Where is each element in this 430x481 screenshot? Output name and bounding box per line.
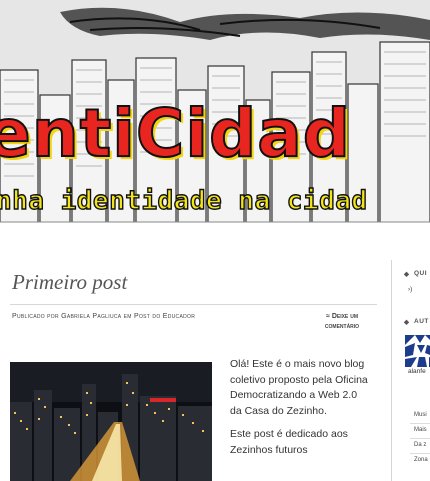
leave-comment-link[interactable]: ≈ Deixe um comentário: [312, 312, 372, 332]
blog-header-banner[interactable]: entiCidad nha identidade na cidad: [0, 0, 430, 236]
sidebar-link-4[interactable]: Zona: [414, 457, 428, 463]
sidebar-link-divider: [410, 453, 430, 454]
author-avatar[interactable]: [405, 335, 430, 367]
city-night-photo: [10, 362, 212, 481]
sidebar-author-name[interactable]: alanfe: [408, 368, 426, 375]
comment-label-line1: Deixe um: [331, 313, 358, 320]
banner-title: entiCidad: [0, 94, 352, 173]
sidebar-link-divider: [410, 423, 430, 424]
sidebar-section-title-1: QUI: [414, 270, 428, 277]
post-paragraph-2: Este post é dedicado aos Zezinhos futuro…: [230, 428, 348, 456]
sidebar: ◆ QUI ›) ◆ AUT alanfe Musi Mais Da z Zon…: [391, 260, 430, 481]
meta-published-label: Publicado por: [12, 313, 59, 320]
category-link[interactable]: Post do Educador: [134, 313, 195, 320]
diamond-icon: ◆: [404, 271, 410, 278]
title-divider: [10, 304, 377, 305]
sidebar-link-1[interactable]: Musi: [414, 412, 427, 418]
post-paragraph-1: Olá! Este é o mais novo blog coletivo pr…: [230, 358, 368, 417]
sidebar-section-1-item[interactable]: ›): [408, 286, 412, 293]
sidebar-section-title-2: AUT: [414, 318, 429, 325]
sidebar-link-3[interactable]: Da z: [414, 442, 426, 448]
comment-icon: ≈: [326, 313, 330, 320]
post-body: Olá! Este é o mais novo blog coletivo pr…: [230, 357, 370, 466]
comment-label-line2: comentário: [324, 323, 360, 330]
sidebar-link-2[interactable]: Mais: [414, 427, 427, 433]
meta-in-label: em: [123, 313, 132, 320]
sidebar-link-divider: [410, 438, 430, 439]
author-link[interactable]: Gabriela Pagliuca: [61, 313, 121, 320]
post-title[interactable]: Primeiro post: [12, 270, 127, 295]
diamond-icon: ◆: [404, 319, 410, 326]
banner-subtitle: nha identidade na cidad: [0, 185, 368, 216]
post-meta: Publicado por Gabriela Pagliuca em Post …: [12, 313, 195, 320]
